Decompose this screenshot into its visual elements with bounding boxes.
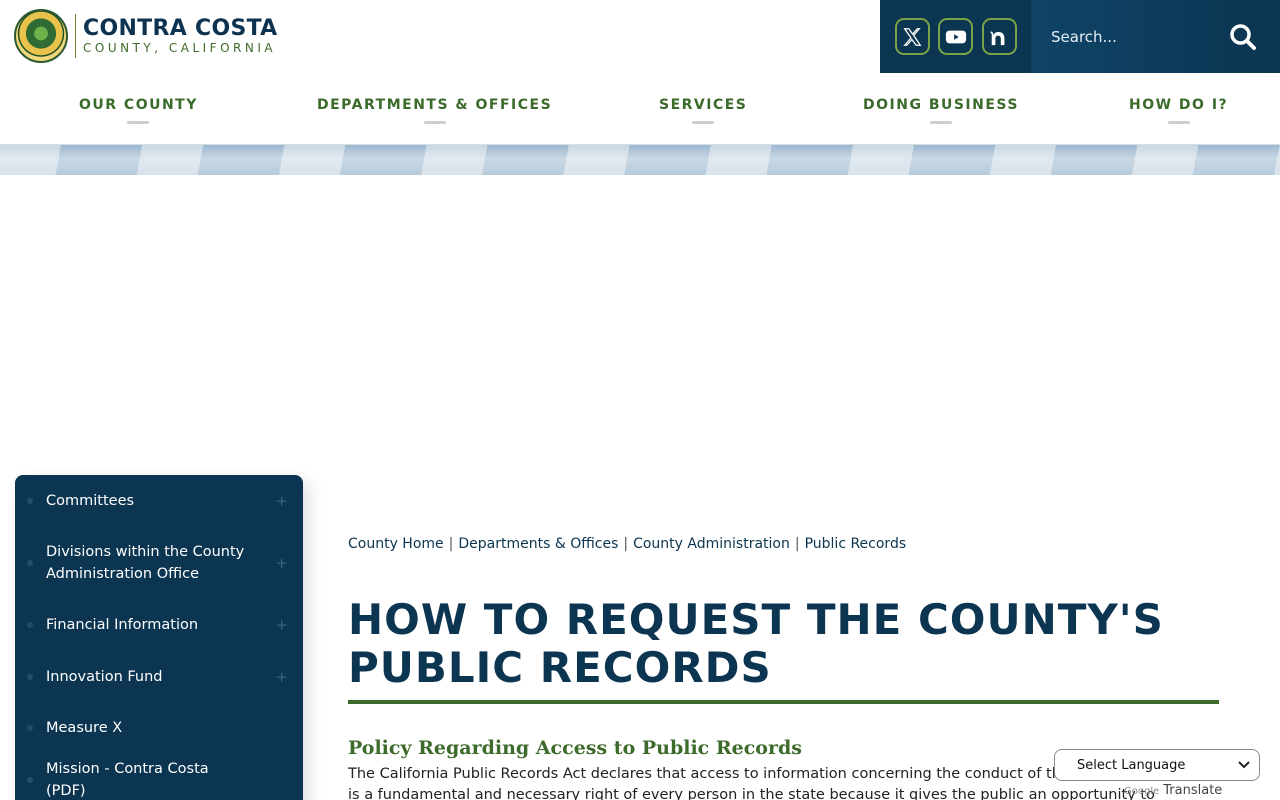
nav-item-label: DOING BUSINESS (863, 97, 1019, 113)
powered-by-google-translate[interactable]: Google Translate (1124, 783, 1222, 798)
sidebar-item-committees[interactable]: Committees + (15, 490, 303, 512)
title-divider (348, 700, 1219, 704)
breadcrumb-separator: | (794, 536, 800, 552)
nav-underline (127, 121, 150, 124)
logo-divider (75, 14, 76, 58)
nav-item-label: HOW DO I? (1129, 97, 1229, 113)
x-twitter-icon[interactable] (894, 18, 930, 55)
google-translate-widget: Select Language Google Translate (1054, 749, 1260, 800)
search-bar (1031, 0, 1280, 73)
language-select-label: Select Language (1077, 757, 1186, 773)
breadcrumb-county-administration[interactable]: County Administration (633, 536, 790, 552)
nav-item-doing-business[interactable]: DOING BUSINESS (863, 97, 1019, 124)
breadcrumb-separator: | (448, 536, 454, 552)
nav-item-how-do-i[interactable]: HOW DO I? (1129, 97, 1228, 124)
nav-item-departments-offices[interactable]: DEPARTMENTS & OFFICES (317, 97, 552, 124)
nav-underline (692, 121, 715, 124)
nav-item-services[interactable]: SERVICES (659, 97, 747, 124)
youtube-icon[interactable] (938, 18, 973, 55)
breadcrumb: County Home | Departments & Offices | County… (348, 536, 906, 552)
county-seal-icon (14, 9, 68, 63)
sidebar-item-label: Mission - Contra Costa (PDF) (46, 761, 209, 799)
sidebar-item-label: Committees (46, 493, 135, 509)
sidebar-item-measure-x[interactable]: Measure X (15, 717, 303, 739)
sidebar-navigation: Committees + Divisions within the County… (15, 475, 303, 800)
nav-item-label: DEPARTMENTS & OFFICES (317, 97, 553, 113)
social-links (880, 0, 1031, 73)
sidebar-item-mission-pdf[interactable]: Mission - Contra Costa (PDF) (15, 761, 303, 799)
site-header: CONTRA COSTA COUNTY, CALIFORNIA OUR COUN… (0, 0, 1280, 145)
logo-text: CONTRA COSTA COUNTY, CALIFORNIA (83, 16, 278, 56)
sidebar-item-label: Financial Information (46, 617, 199, 633)
county-logo[interactable]: CONTRA COSTA COUNTY, CALIFORNIA (14, 8, 284, 64)
nextdoor-icon[interactable] (981, 18, 1017, 55)
translate-label: Translate (1163, 783, 1223, 798)
bullet-icon (27, 622, 33, 628)
expand-plus-icon[interactable]: + (275, 554, 288, 572)
nav-underline (1167, 121, 1190, 124)
nav-item-label: OUR COUNTY (79, 97, 198, 113)
search-input[interactable] (1051, 27, 1221, 46)
nav-underline (423, 121, 446, 124)
nav-item-label: SERVICES (659, 97, 748, 113)
sidebar-item-label: Innovation Fund (46, 669, 163, 685)
top-utility-bar (880, 0, 1280, 73)
sidebar-item-label: Measure X (46, 720, 123, 736)
search-icon[interactable] (1228, 22, 1258, 52)
bullet-icon (27, 674, 33, 680)
hero-banner-image (0, 145, 1280, 175)
expand-plus-icon[interactable]: + (275, 492, 288, 510)
expand-plus-icon[interactable]: + (275, 668, 288, 686)
page-title: HOW TO REQUEST THE COUNTY'S PUBLIC RECOR… (348, 595, 1164, 692)
chevron-down-icon (1238, 761, 1250, 769)
sidebar-item-label: Divisions within the County Administrati… (46, 544, 245, 582)
breadcrumb-separator: | (623, 536, 629, 552)
bullet-icon (27, 560, 33, 566)
breadcrumb-public-records[interactable]: Public Records (805, 536, 907, 552)
logo-subtitle: COUNTY, CALIFORNIA (83, 41, 277, 55)
google-logo: Google (1124, 786, 1160, 797)
sidebar-item-financial-information[interactable]: Financial Information + (15, 614, 303, 636)
nav-item-our-county[interactable]: OUR COUNTY (79, 97, 198, 124)
sidebar-item-divisions[interactable]: Divisions within the County Administrati… (15, 541, 303, 585)
bullet-icon (27, 777, 33, 783)
breadcrumb-departments-offices[interactable]: Departments & Offices (458, 536, 618, 552)
breadcrumb-county-home[interactable]: County Home (348, 536, 444, 552)
logo-title: CONTRA COSTA (83, 16, 278, 41)
sidebar-item-innovation-fund[interactable]: Innovation Fund + (15, 666, 303, 688)
expand-plus-icon[interactable]: + (275, 616, 288, 634)
bullet-icon (27, 498, 33, 504)
bullet-icon (27, 725, 33, 731)
main-navigation: OUR COUNTY DEPARTMENTS & OFFICES SERVICE… (0, 90, 1280, 130)
section-heading: Policy Regarding Access to Public Record… (348, 737, 802, 759)
nav-underline (929, 121, 952, 124)
language-select[interactable]: Select Language (1054, 749, 1260, 781)
